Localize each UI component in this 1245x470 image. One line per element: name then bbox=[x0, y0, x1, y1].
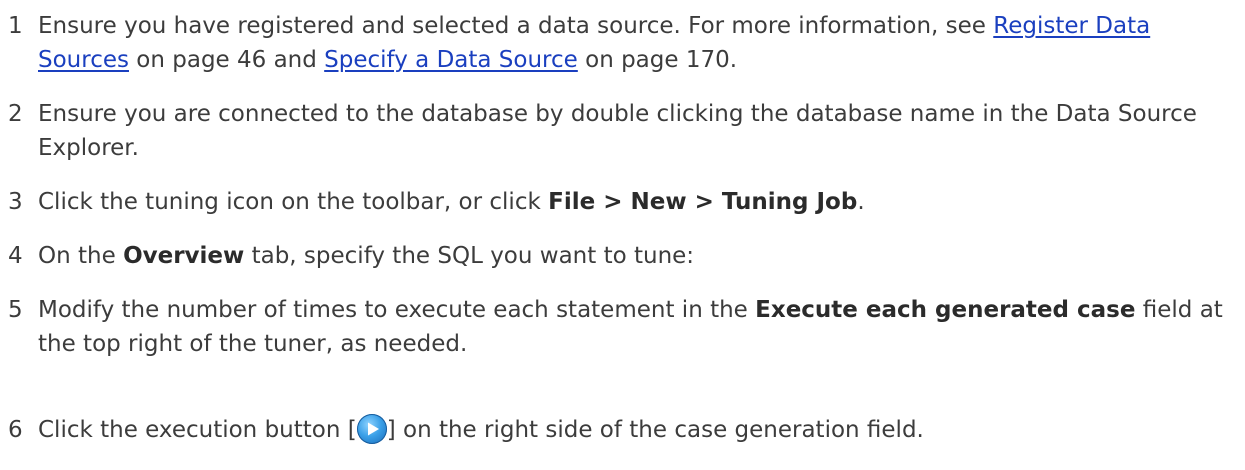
play-circle-icon bbox=[356, 413, 387, 444]
step-text: Ensure you have registered and selected … bbox=[38, 9, 1240, 77]
menu-path: File > New > Tuning Job bbox=[548, 189, 858, 215]
step-text: Modify the number of times to execute ea… bbox=[38, 293, 1240, 361]
step-text: Click the tuning icon on the toolbar, or… bbox=[38, 185, 1240, 219]
step-number: 1 bbox=[8, 13, 23, 39]
step-number: 5 bbox=[8, 297, 23, 323]
step-text-part: Ensure you have registered and selected … bbox=[38, 13, 994, 39]
step-number: 6 bbox=[8, 417, 23, 443]
step-text-part: On the bbox=[38, 243, 124, 269]
step-text-part: . bbox=[857, 189, 865, 215]
step-text: On the Overview tab, specify the SQL you… bbox=[38, 239, 1240, 273]
step-text-part: Click the execution button [ bbox=[38, 417, 357, 443]
step-text: Click the execution button [ ] on the rig… bbox=[38, 413, 1240, 447]
step-number: 4 bbox=[8, 243, 23, 269]
step-text-part: tab, specify the SQL you want to tune: bbox=[244, 243, 695, 269]
specify-data-source-link[interactable]: Specify a Data Source bbox=[324, 47, 578, 73]
step-text-part: Click the tuning icon on the toolbar, or… bbox=[38, 189, 549, 215]
step-number: 3 bbox=[8, 189, 23, 215]
step-text: Ensure you are connected to the database… bbox=[38, 101, 1197, 161]
step-text-part: ] on the right side of the case generati… bbox=[386, 417, 924, 443]
tab-name: Overview bbox=[123, 243, 245, 269]
field-name: Execute each generated case bbox=[755, 297, 1136, 323]
step-text-part: on page 46 and bbox=[128, 47, 325, 73]
step-text-part: on page 170. bbox=[577, 47, 738, 73]
step-number: 2 bbox=[8, 101, 23, 127]
step-text-part: Modify the number of times to execute ea… bbox=[38, 297, 756, 323]
